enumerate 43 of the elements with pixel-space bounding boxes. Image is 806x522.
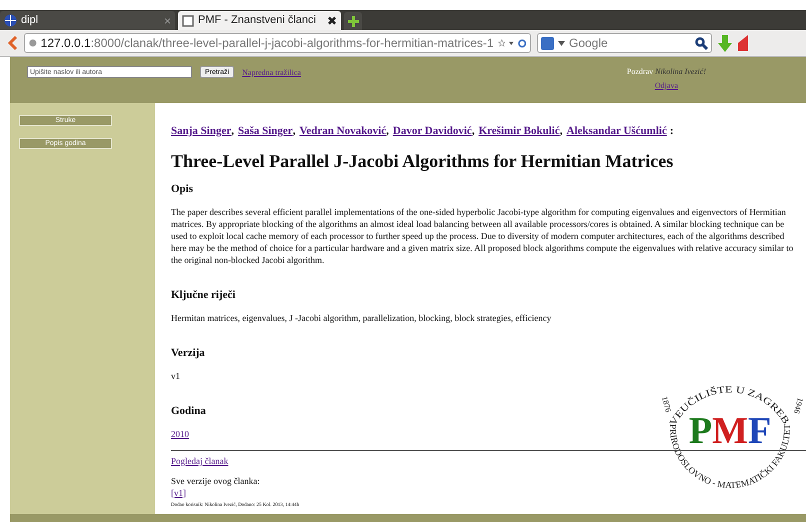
section-heading: Godina [171,404,206,418]
close-icon[interactable]: ✖ [327,14,337,26]
section-heading: Opis [171,182,194,196]
reload-icon[interactable] [518,36,526,50]
section-text: The paper describes several efficient parallel implementations of the one-sided hyperbolic Jacobi-type algorithm for computing eigenvalues and eigenvectors of Hermitian matrices. By appropriate blocking of the algorithms an almost ideal load balancing between all available processors/cores is obtained. A similar blocking technique can be used to exploit local cache memory of each processor to further speed up the process. Due to diversity of modern computer architectures, each of the algorithms described here may be the method of choice for a particular hardware and a given matrix size. All proposed block algorithms compute the eigenvalues with relative accuracy similar to the original non-blocked Jacobi algorithm. [171,206,794,266]
url-text: 127.0.0.1:8000/clanak/three-level-parallel-j-jacobi-algorithms-for-hermitian-matrices-1 [40,35,494,52]
browser-tab[interactable]: dipl × [0,11,175,30]
search-bar[interactable]: Google [537,33,712,53]
section-text: Hermitan matrices, eigenvalues, J -Jacobi algorithm, parallelization, blocking, block strategies, efficiency [171,312,552,324]
section-text: v1 [171,370,181,382]
author-link[interactable]: Sanja Singer [171,123,232,140]
advanced-search-link[interactable]: Napredna tražilica [242,67,301,79]
user-name: Nikolina Ivezić! [655,66,706,78]
punctuation: : [670,124,674,139]
author-link[interactable]: Saša Singer [238,123,293,140]
version-link[interactable]: [v1] [171,486,186,498]
punctuation: , [231,124,234,139]
versions-label: Sve verzije ovog članka: [171,474,260,486]
author-link[interactable]: Aleksandar Ušćumlić [566,123,667,140]
author-link[interactable]: Krešimir Bokulić [478,123,560,140]
search-input[interactable]: Google [569,34,691,52]
greeting-text: Pozdrav [626,66,654,78]
punctuation: , [292,124,296,139]
page-icon [182,14,194,26]
author-link[interactable]: Davor Davidović [392,123,472,140]
section-heading: Verzija [171,346,205,360]
back-icon[interactable] [8,36,18,50]
star-icon[interactable] [498,37,506,49]
view-article-link[interactable]: Pogledaj članak [171,454,228,466]
author-link[interactable]: Vedran Novaković [299,123,386,140]
section-heading: Ključne riječi [171,288,236,302]
punctuation: , [560,124,562,139]
search-icon[interactable] [695,36,708,50]
punctuation: , [386,124,389,139]
dropdown-icon[interactable] [558,40,565,46]
punctuation: , [472,124,475,139]
year-link[interactable]: 2010 [171,428,189,440]
article-title: Three-Level Parallel J-Jacobi Algorithms for Hermitian Matrices [171,150,674,172]
address-bar[interactable]: 127.0.0.1:8000/clanak/three-level-parallel-j-jacobi-algorithms-for-hermitian-matrices-1 [24,33,531,53]
logout-link[interactable]: Odjava [654,80,678,92]
new-tab-icon[interactable] [348,16,358,26]
browser-tab[interactable]: PMF - Znanstveni članci ✖ [178,11,341,30]
dropdown-icon[interactable] [509,40,514,46]
